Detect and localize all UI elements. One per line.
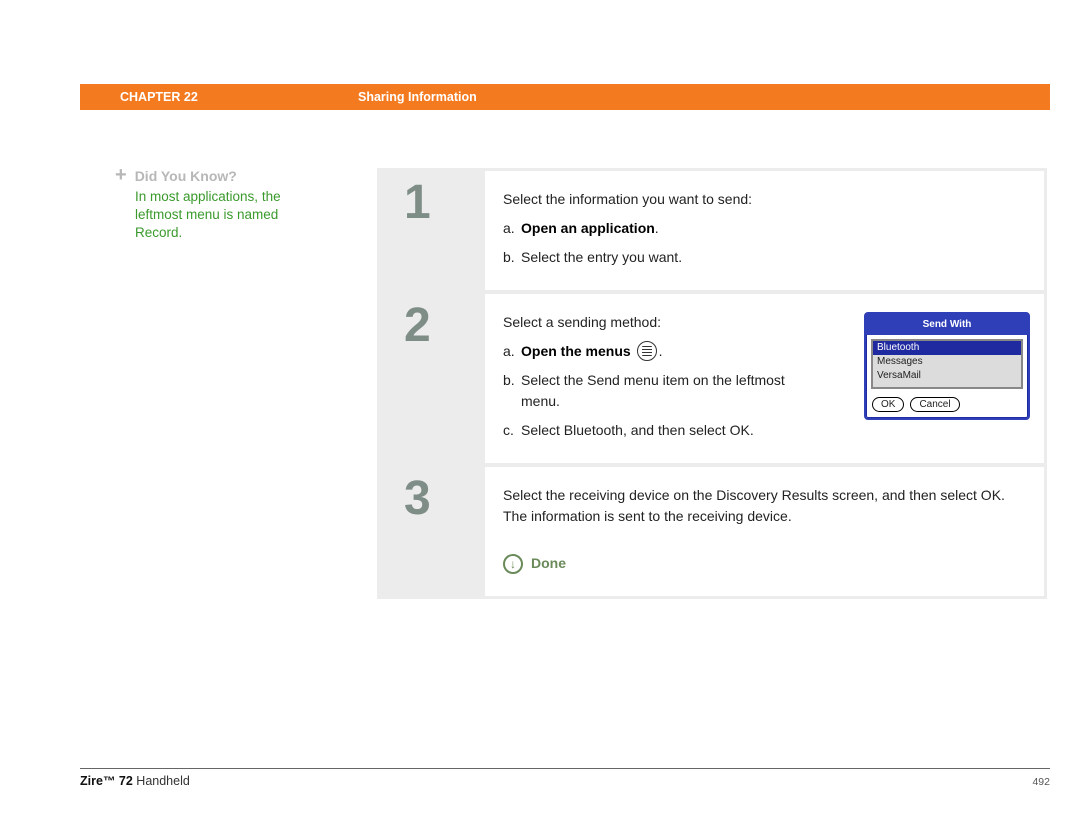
did-you-know-label: Did You Know?: [135, 168, 237, 184]
sub-letter-c2: c.: [503, 420, 521, 441]
send-with-item-versamail[interactable]: VersaMail: [873, 369, 1021, 383]
step-2-c-text: Select Bluetooth, and then select OK.: [521, 420, 803, 441]
step-2-b: b. Select the Send menu item on the left…: [503, 370, 803, 412]
step-2-left-column: Select a sending method: a. Open the men…: [503, 312, 803, 441]
send-with-buttons: OK Cancel: [866, 395, 1028, 418]
step-2-body: Select a sending method: a. Open the men…: [485, 294, 1044, 463]
chapter-title: Sharing Information: [358, 90, 477, 104]
steps-panel: 1 Select the information you want to sen…: [377, 168, 1047, 599]
step-1-number: 1: [404, 175, 431, 230]
step-3-body: Select the receiving device on the Disco…: [485, 467, 1044, 596]
plus-icon: +: [115, 168, 127, 182]
sidebar-did-you-know: + Did You Know? In most applications, th…: [115, 168, 325, 243]
send-with-title: Send With: [866, 314, 1028, 335]
step-2-a-text: Open the menus .: [521, 341, 803, 362]
send-with-list[interactable]: Bluetooth Messages VersaMail: [871, 339, 1023, 389]
sub-letter-b: b.: [503, 247, 521, 268]
footer-product-bold: Zire™ 72: [80, 774, 133, 788]
menu-icon: [637, 341, 657, 361]
ok-button[interactable]: OK: [872, 397, 904, 412]
open-menus-link[interactable]: Open the menus: [521, 343, 631, 359]
send-with-dialog: Send With Bluetooth Messages VersaMail O…: [864, 312, 1030, 420]
footer-product: Zire™ 72 Handheld: [80, 774, 190, 788]
step-1-a: a. Open an application.: [503, 218, 1026, 239]
step-2-sublist: a. Open the menus . b. Select the Send m…: [503, 341, 803, 441]
open-application-link[interactable]: Open an application: [521, 220, 655, 236]
step-2-a-suffix: .: [659, 343, 663, 359]
footer-rule: [80, 768, 1050, 769]
step-1-row: 1 Select the information you want to sen…: [380, 171, 1044, 290]
step-2-number: 2: [404, 298, 431, 353]
sub-letter-b2: b.: [503, 370, 521, 412]
chapter-title-text: Sharing Information: [358, 90, 477, 104]
done-indicator: Done: [503, 553, 1026, 574]
step-1-a-suffix: .: [655, 220, 659, 236]
step-2-row: 2 Select a sending method: a. Open the m…: [380, 294, 1044, 463]
chapter-text: CHAPTER 22: [120, 90, 198, 104]
step-1-intro: Select the information you want to send:: [503, 189, 1026, 210]
step-1-a-text: Open an application.: [521, 218, 1026, 239]
step-2-num-cell: 2: [380, 294, 485, 463]
step-1-sublist: a. Open an application. b. Select the en…: [503, 218, 1026, 268]
send-with-item-messages[interactable]: Messages: [873, 355, 1021, 369]
footer-page-number: 492: [1032, 776, 1050, 788]
footer-product-rest: Handheld: [133, 774, 190, 788]
did-you-know-heading: + Did You Know?: [115, 168, 325, 184]
arrow-down-icon: [503, 554, 523, 574]
step-3-num-cell: 3: [380, 467, 485, 596]
step-3-intro: Select the receiving device on the Disco…: [503, 485, 1026, 527]
chapter-label: CHAPTER 22: [120, 90, 340, 104]
send-with-item-bluetooth[interactable]: Bluetooth: [873, 341, 1021, 355]
step-2-intro: Select a sending method:: [503, 312, 803, 333]
step-1-body: Select the information you want to send:…: [485, 171, 1044, 290]
cancel-button[interactable]: Cancel: [910, 397, 959, 412]
sub-letter-a: a.: [503, 218, 521, 239]
step-2-b-text: Select the Send menu item on the leftmos…: [521, 370, 803, 412]
did-you-know-body: In most applications, the leftmost menu …: [135, 188, 325, 243]
chapter-header-band: CHAPTER 22 Sharing Information: [80, 84, 1050, 110]
step-1-num-cell: 1: [380, 171, 485, 290]
step-3-row: 3 Select the receiving device on the Dis…: [380, 467, 1044, 596]
step-2-a: a. Open the menus .: [503, 341, 803, 362]
sub-letter-a2: a.: [503, 341, 521, 362]
page: CHAPTER 22 Sharing Information + Did You…: [0, 0, 1080, 834]
step-1-b-text: Select the entry you want.: [521, 247, 1026, 268]
step-1-b: b. Select the entry you want.: [503, 247, 1026, 268]
step-3-number: 3: [404, 471, 431, 526]
done-label: Done: [531, 553, 566, 574]
step-2-c: c. Select Bluetooth, and then select OK.: [503, 420, 803, 441]
